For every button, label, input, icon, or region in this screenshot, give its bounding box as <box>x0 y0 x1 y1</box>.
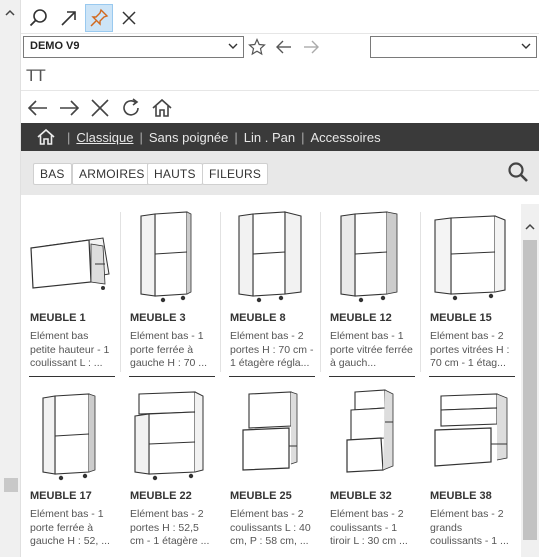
divider <box>21 90 539 91</box>
refresh-icon[interactable] <box>120 97 142 119</box>
product-desc: Elément bas - 1 porte vitrée ferrée à ga… <box>330 330 413 369</box>
arrow-up-right-icon[interactable] <box>55 4 83 32</box>
product-desc: Elément bas - 2 portes vitrées H : 70 cm… <box>430 330 510 369</box>
product-card[interactable]: MEUBLE 3 Elément bas - 1 porte ferrée à … <box>121 204 217 382</box>
project-select[interactable]: DEMO V9 <box>23 36 244 58</box>
card-underline <box>329 376 415 377</box>
product-name: MEUBLE 1 <box>30 312 86 324</box>
filter-bas[interactable]: BAS <box>33 163 72 185</box>
browser-nav <box>21 95 539 121</box>
product-card[interactable]: MEUBLE 15 Elément bas - 2 portes vitrées… <box>421 204 517 382</box>
product-name: MEUBLE 8 <box>230 312 286 324</box>
gutter-handle[interactable] <box>4 478 18 492</box>
cabinet-thumbnail <box>346 389 394 473</box>
product-name: MEUBLE 22 <box>130 490 192 502</box>
cabinet-thumbnail <box>434 393 508 467</box>
product-desc: Elément bas - 2 coulissants L : 40 cm, P… <box>230 508 311 547</box>
product-card[interactable]: MEUBLE 12 Elément bas - 1 porte vitrée f… <box>321 204 417 382</box>
home-icon[interactable] <box>37 128 55 146</box>
filter-bar: BAS ARMOIRES HAUTS FILEURS <box>21 151 539 195</box>
product-name: MEUBLE 38 <box>430 490 492 502</box>
product-card[interactable]: MEUBLE 8 Elément bas - 2 portes H : 70 c… <box>221 204 317 382</box>
product-grid: MEUBLE 1 Elément bas petite hauteur - 1 … <box>21 204 521 557</box>
product-name: MEUBLE 12 <box>330 312 392 324</box>
top-toolbar <box>21 0 539 34</box>
card-underline <box>29 376 115 377</box>
filter-armoires[interactable]: ARMOIRES <box>72 163 152 185</box>
cabinet-thumbnail <box>42 393 96 481</box>
scroll-thumb[interactable] <box>523 240 537 540</box>
secondary-select[interactable] <box>370 36 537 58</box>
product-name: MEUBLE 25 <box>230 490 292 502</box>
product-card[interactable]: MEUBLE 38 Elément bas - 2 grands couliss… <box>421 382 517 557</box>
product-desc: Elément bas - 2 portes H : 70 cm - 1 éta… <box>230 330 314 369</box>
cabinet-thumbnail <box>340 211 398 303</box>
menu-item-classique[interactable]: Classique <box>76 130 133 145</box>
chevron-down-icon <box>521 43 531 49</box>
home-icon[interactable] <box>151 97 173 119</box>
category-menu: | Classique | Sans poignée | Lin . Pan |… <box>21 123 539 151</box>
chevron-down-icon <box>228 43 238 49</box>
product-card[interactable]: MEUBLE 32 Elément bas - 2 coulissants - … <box>321 382 417 557</box>
menu-item-lin-pan[interactable]: Lin . Pan <box>244 130 295 145</box>
cabinet-thumbnail <box>140 211 192 303</box>
card-underline <box>429 376 515 377</box>
cabinet-thumbnail <box>134 391 204 481</box>
product-card[interactable]: MEUBLE 17 Elément bas - 1 porte ferrée à… <box>21 382 117 557</box>
back-arrow-icon[interactable] <box>275 38 293 56</box>
pin-icon[interactable] <box>85 4 113 32</box>
menu-separator: | <box>234 129 238 145</box>
product-desc: Elément bas - 2 coulissants - 1 tiroir L… <box>330 508 408 547</box>
vertical-scrollbar[interactable] <box>521 204 539 557</box>
filter-hauts[interactable]: HAUTS <box>147 163 203 185</box>
product-desc: Elément bas petite hauteur - 1 coulissan… <box>30 330 110 369</box>
product-desc: Elément bas - 1 porte ferrée à gauche H … <box>130 330 208 369</box>
menu-item-accessoires[interactable]: Accessoires <box>311 130 381 145</box>
scroll-up-icon[interactable] <box>525 222 535 232</box>
close-icon[interactable] <box>115 4 143 32</box>
cabinet-thumbnail <box>30 237 110 290</box>
product-desc: Elément bas - 2 portes H : 52,5 cm - 1 é… <box>130 508 210 547</box>
menu-separator: | <box>301 129 305 145</box>
back-icon[interactable] <box>27 97 49 119</box>
search-icon[interactable] <box>25 4 53 32</box>
selection-row: DEMO V9 <box>21 36 539 60</box>
product-name: MEUBLE 17 <box>30 490 92 502</box>
product-name: MEUBLE 15 <box>430 312 492 324</box>
stop-icon[interactable] <box>89 97 111 119</box>
text-tool-button[interactable]: TT <box>26 66 46 86</box>
project-select-value: DEMO V9 <box>30 40 80 52</box>
product-desc: Elément bas - 1 porte ferrée à gauche H … <box>30 508 110 547</box>
card-underline <box>129 376 215 377</box>
product-desc: Elément bas - 2 grands coulissants - 1 .… <box>430 508 509 547</box>
search-icon[interactable] <box>507 161 529 183</box>
filter-fileurs[interactable]: FILEURS <box>202 163 269 185</box>
card-underline <box>229 376 315 377</box>
menu-item-sans-poignee[interactable]: Sans poignée <box>149 130 229 145</box>
menu-separator: | <box>67 129 71 145</box>
cabinet-thumbnail <box>238 211 302 303</box>
left-gutter <box>0 0 21 557</box>
cabinet-thumbnail <box>242 391 298 471</box>
product-card[interactable]: MEUBLE 25 Elément bas - 2 coulissants L … <box>221 382 317 557</box>
menu-separator: | <box>139 129 143 145</box>
forward-icon[interactable] <box>58 97 80 119</box>
forward-arrow-icon[interactable] <box>302 38 320 56</box>
cabinet-thumbnail <box>434 215 506 301</box>
collapse-up-icon[interactable] <box>5 8 15 18</box>
star-icon[interactable] <box>248 38 266 56</box>
product-name: MEUBLE 3 <box>130 312 186 324</box>
product-card[interactable]: MEUBLE 22 Elément bas - 2 portes H : 52,… <box>121 382 217 557</box>
product-name: MEUBLE 32 <box>330 490 392 502</box>
product-card[interactable]: MEUBLE 1 Elément bas petite hauteur - 1 … <box>21 204 117 382</box>
